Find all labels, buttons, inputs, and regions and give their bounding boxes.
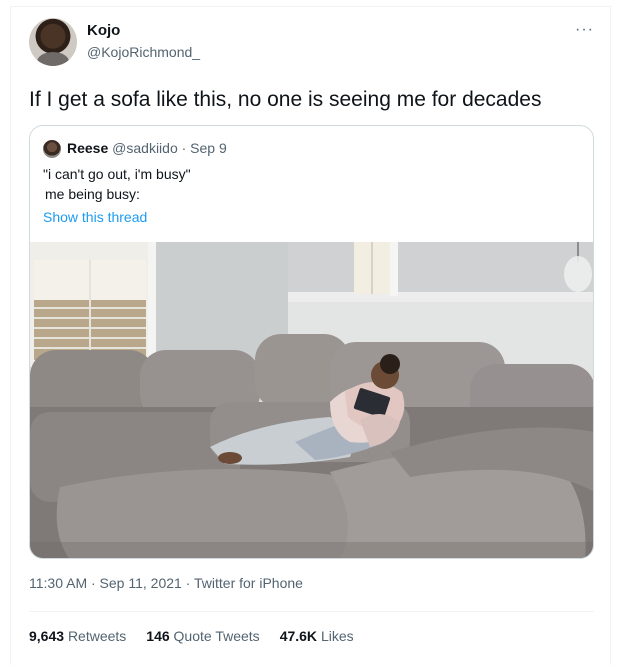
tweet-source[interactable]: Twitter for iPhone xyxy=(194,575,303,591)
likes-label: Likes xyxy=(320,628,354,644)
quoted-tweet-photo[interactable] xyxy=(30,242,593,558)
quoted-tweet-header: Reese @sadkiido · Sep 9 xyxy=(67,140,227,156)
quoted-author-name[interactable]: Reese xyxy=(67,140,108,156)
retweets-stat[interactable]: 9,643 Retweets xyxy=(29,628,126,644)
quoted-author-avatar[interactable] xyxy=(43,140,61,158)
retweets-label: Retweets xyxy=(67,628,127,644)
retweets-count: 9,643 xyxy=(29,628,65,644)
quoted-tweet[interactable]: Reese @sadkiido · Sep 9 "i can't go out,… xyxy=(29,125,594,559)
avatar-shirt xyxy=(37,52,69,66)
quoted-tweet-line-1: "i can't go out, i'm busy" xyxy=(43,166,191,182)
quoted-tweet-date[interactable]: · Sep 9 xyxy=(182,140,227,156)
author-avatar[interactable] xyxy=(29,18,77,66)
quoted-tweet-line-2: me being busy: xyxy=(45,186,140,202)
tweet-text: If I get a sofa like this, no one is see… xyxy=(29,88,542,111)
divider-top xyxy=(29,611,594,612)
tweet-timestamp[interactable]: 11:30 AM · Sep 11, 2021 xyxy=(29,575,182,591)
likes-stat[interactable]: 47.6K Likes xyxy=(280,628,354,644)
meta-separator: · xyxy=(181,575,195,591)
more-icon[interactable]: ··· xyxy=(575,21,594,39)
show-thread-link[interactable]: Show this thread xyxy=(43,209,147,225)
quote-tweets-count: 146 xyxy=(146,628,170,644)
quoted-author-handle[interactable]: @sadkiido xyxy=(112,140,178,156)
author-handle[interactable]: @KojoRichmond_ xyxy=(87,44,200,60)
tweet-meta: 11:30 AM · Sep 11, 2021 · Twitter for iP… xyxy=(29,575,303,591)
quote-tweets-stat[interactable]: 146 Quote Tweets xyxy=(146,628,259,644)
tweet-card: Kojo @KojoRichmond_ ··· If I get a sofa … xyxy=(10,6,611,665)
tweet-stats: 9,643 Retweets 146 Quote Tweets 47.6K Li… xyxy=(29,628,354,644)
likes-count: 47.6K xyxy=(279,628,318,644)
author-name[interactable]: Kojo xyxy=(87,22,120,39)
quote-tweets-label: Quote Tweets xyxy=(173,628,260,644)
sofa-photo-illustration xyxy=(30,242,593,558)
